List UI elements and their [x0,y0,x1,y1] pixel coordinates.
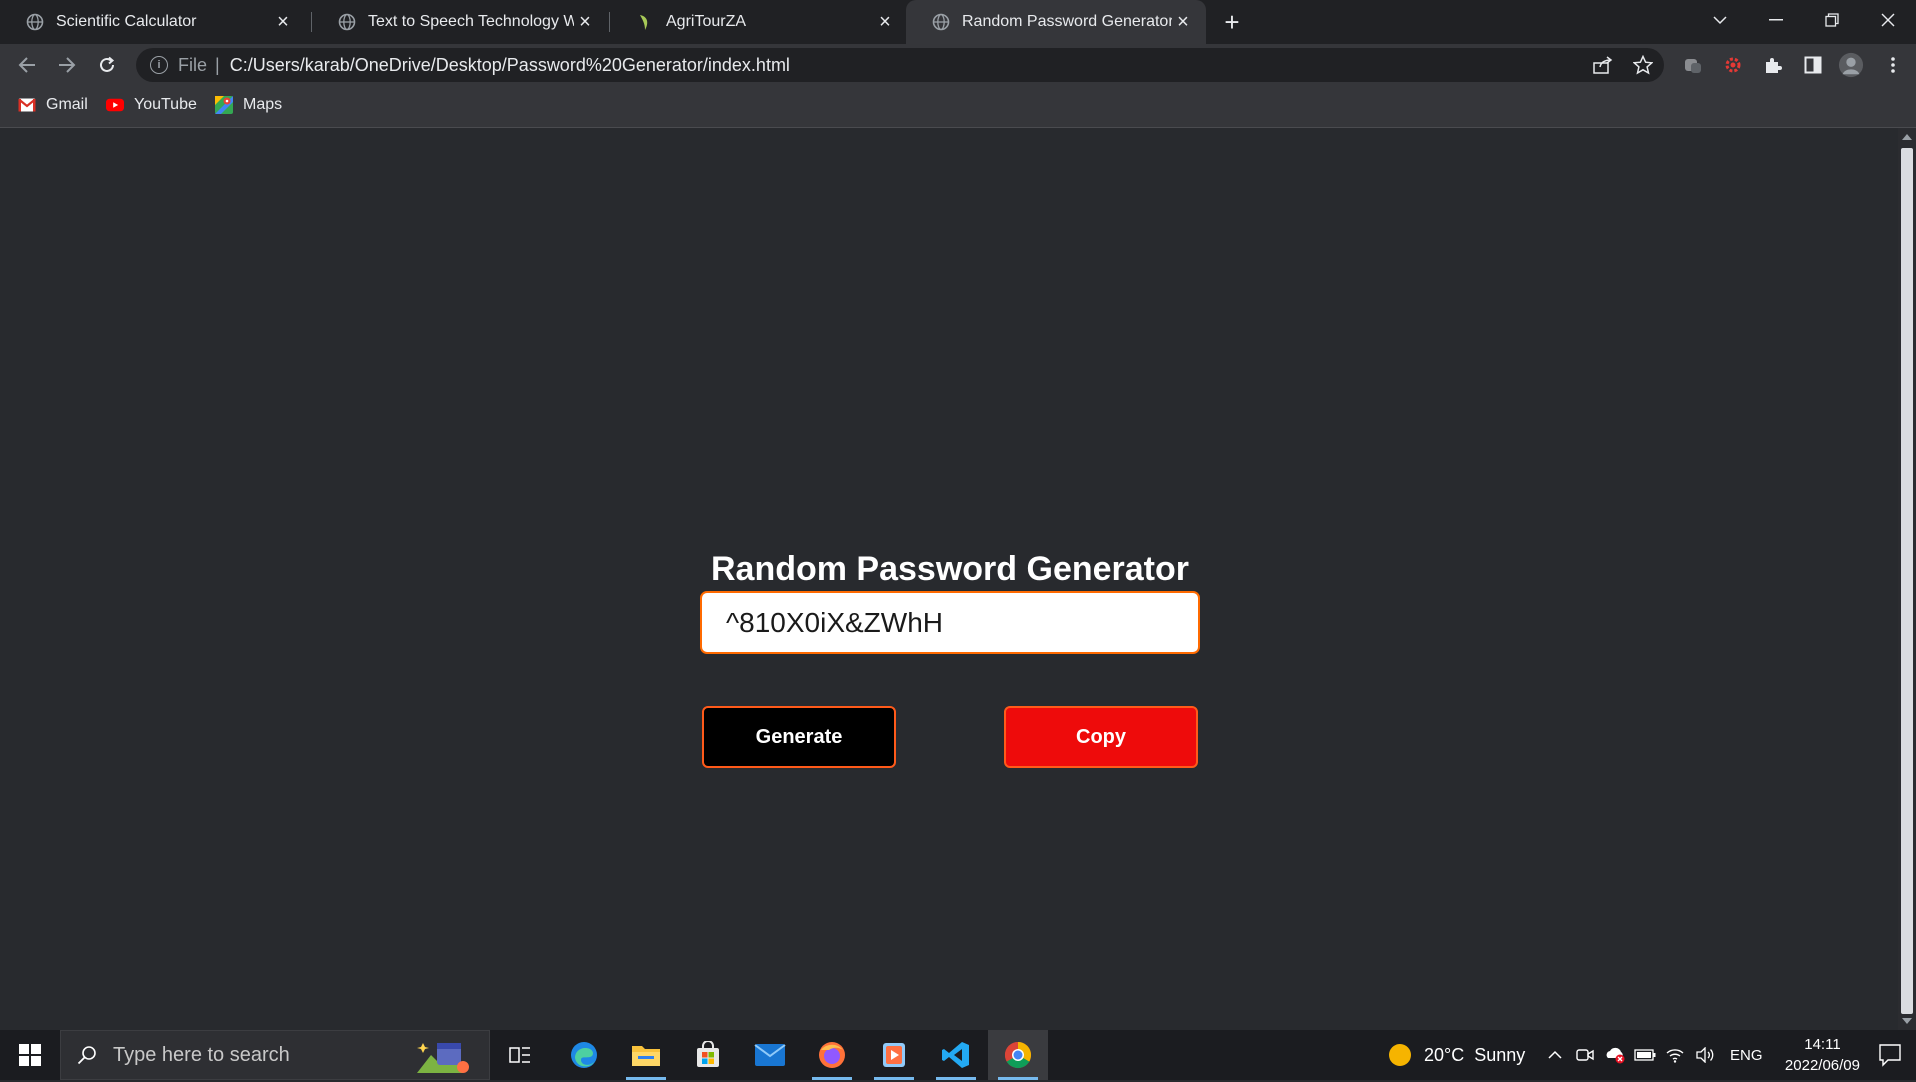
back-button[interactable] [12,50,42,80]
url-text[interactable]: C:/Users/karab/OneDrive/Desktop/Password… [230,55,790,76]
windows-logo-icon [19,1044,41,1066]
clock-time: 14:11 [1804,1036,1841,1053]
tab-title: AgriTourZA [666,13,747,30]
bookmark-youtube[interactable]: YouTube [106,96,197,114]
wifi-icon[interactable] [1660,1047,1690,1063]
page-title: Random Password Generator [710,550,1189,588]
bookmark-maps[interactable]: Maps [215,96,282,114]
url-divider: | [215,54,220,75]
search-highlight-icon [415,1037,471,1082]
taskbar-mail[interactable] [740,1030,800,1080]
tab-agritourza[interactable]: AgriTourZA × [610,0,908,44]
taskbar-file-explorer[interactable] [616,1030,676,1080]
url-scheme: File [178,54,208,75]
vscode-icon [942,1042,969,1068]
restore-button[interactable] [1804,0,1860,40]
side-panel-icon[interactable] [1800,52,1826,78]
gmail-icon [18,96,36,114]
bookmark-label: YouTube [134,96,197,113]
vertical-scrollbar[interactable] [1898,128,1916,1030]
store-icon [697,1041,719,1067]
site-info-icon[interactable]: i [150,56,168,74]
sun-icon [1388,1043,1412,1067]
windows-taskbar: Type here to search 20°C Sunny ENG 14:11… [0,1030,1916,1080]
new-tab-button[interactable]: + [1218,7,1246,37]
weather-widget[interactable]: 20°C Sunny [1388,1030,1525,1080]
edge-icon [571,1042,597,1068]
taskbar-media-player[interactable] [864,1030,924,1080]
profile-avatar-icon[interactable] [1838,52,1864,78]
share-icon[interactable] [1590,52,1616,78]
close-tab-icon[interactable]: × [874,11,896,33]
chrome-icon [1004,1041,1032,1069]
copy-button[interactable]: Copy [1004,706,1198,768]
search-icon [77,1045,97,1065]
generate-button[interactable]: Generate [702,706,896,768]
youtube-icon [106,96,124,114]
bookmarks-bar: Gmail YouTube Maps [0,86,1916,128]
tab-random-password-generator[interactable]: Random Password Generator × [906,0,1206,44]
leaf-icon [636,13,654,31]
volume-icon[interactable] [1690,1047,1720,1063]
firefox-icon [819,1042,845,1068]
tab-scientific-calculator[interactable]: Scientific Calculator × [0,0,306,44]
password-field[interactable] [700,591,1200,654]
maps-icon [215,96,233,114]
scrollbar-thumb[interactable] [1901,148,1913,1014]
close-tab-icon[interactable]: × [574,11,596,33]
globe-icon [932,13,950,31]
taskbar-edge[interactable] [554,1030,614,1080]
extensions-puzzle-icon[interactable] [1760,52,1786,78]
close-window-button[interactable] [1860,0,1916,40]
extension-translate-icon[interactable] [1680,52,1706,78]
forward-button[interactable] [52,50,82,80]
bookmark-gmail[interactable]: Gmail [18,96,88,114]
weather-temp: 20°C [1424,1044,1465,1065]
search-placeholder: Type here to search [113,1043,290,1066]
folder-icon [632,1046,660,1066]
battery-icon[interactable] [1630,1049,1660,1061]
close-tab-icon[interactable]: × [1172,11,1194,33]
browser-menu-icon[interactable] [1880,52,1906,78]
scroll-down-arrow-icon[interactable] [1902,1018,1912,1024]
tab-text-to-speech[interactable]: Text to Speech Technology Web A × [312,0,608,44]
weather-condition: Sunny [1474,1044,1526,1065]
bookmark-label: Maps [243,96,283,113]
task-view-button[interactable] [490,1030,550,1080]
taskbar-firefox[interactable] [802,1030,862,1080]
taskbar-search[interactable]: Type here to search [60,1030,490,1080]
bookmark-label: Gmail [46,96,88,113]
minimize-button[interactable] [1748,0,1804,40]
taskbar-store[interactable] [678,1030,738,1080]
onedrive-error-icon[interactable] [1600,1046,1630,1064]
tab-title: Random Password Generator [962,13,1172,30]
reload-button[interactable] [92,50,122,80]
task-view-icon [509,1047,530,1063]
tab-title: Text to Speech Technology Web A [368,13,574,30]
close-tab-icon[interactable]: × [272,11,294,33]
tab-search-chevron-icon[interactable] [1692,0,1748,40]
tab-title: Scientific Calculator [56,13,197,30]
tab-strip: Scientific Calculator × Text to Speech T… [0,0,1916,44]
system-tray: ENG [1540,1030,1763,1080]
taskbar-chrome[interactable] [988,1030,1048,1080]
meet-now-icon[interactable] [1570,1047,1600,1063]
address-bar[interactable]: i File | C:/Users/karab/OneDrive/Desktop… [136,48,1664,82]
taskbar-vscode[interactable] [926,1030,986,1080]
mail-icon [754,1044,786,1066]
media-player-icon [883,1043,905,1067]
taskbar-clock[interactable]: 14:11 2022/06/09 [1785,1034,1860,1076]
extension-gear-icon[interactable] [1720,52,1746,78]
browser-toolbar: i File | C:/Users/karab/OneDrive/Desktop… [0,44,1916,86]
notifications-icon[interactable] [1878,1043,1902,1067]
language-indicator[interactable]: ENG [1730,1047,1763,1064]
globe-icon [338,13,356,31]
start-button[interactable] [0,1030,60,1080]
bookmark-star-icon[interactable] [1630,52,1656,78]
clock-date: 2022/06/09 [1784,1057,1860,1074]
show-hidden-icons-chevron-icon[interactable] [1540,1050,1570,1060]
scroll-up-arrow-icon[interactable] [1902,134,1912,140]
globe-icon [26,13,44,31]
